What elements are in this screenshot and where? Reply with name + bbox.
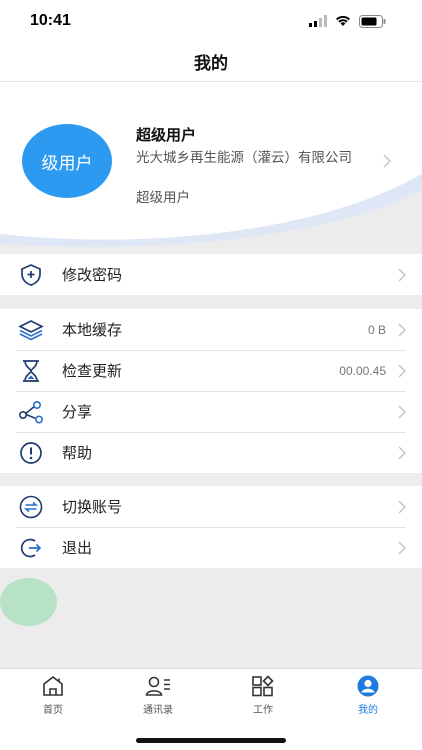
tab-home[interactable]: 首页: [18, 675, 88, 716]
menu-item-label: 分享: [62, 403, 93, 421]
chevron-right-icon: [398, 267, 406, 282]
menu-item-label: 修改密码: [62, 266, 123, 284]
menu-group-general: 本地缓存 0 B 检查更新 00.00.45 分享 帮助: [0, 309, 422, 473]
menu-item-local-cache[interactable]: 本地缓存 0 B: [0, 309, 422, 350]
menu-item-label: 帮助: [62, 444, 93, 462]
menu-item-change-password[interactable]: 修改密码: [0, 254, 422, 295]
chevron-right-icon: [398, 499, 406, 514]
tab-contacts[interactable]: 通讯录: [123, 675, 193, 716]
floating-button[interactable]: [0, 578, 57, 626]
menu-item-help[interactable]: 帮助: [0, 432, 422, 473]
avatar[interactable]: 级用户: [22, 124, 112, 198]
tab-label: 通讯录: [143, 705, 173, 716]
menu-item-label: 检查更新: [62, 362, 123, 380]
home-icon: [43, 675, 63, 696]
shield-plus-icon: [18, 262, 44, 288]
menu-item-switch-account[interactable]: 切换账号: [0, 486, 422, 527]
cache-size-value: 0 B: [367, 322, 386, 337]
nav-bar: 我的: [0, 42, 422, 82]
alert-circle-icon: [18, 440, 44, 466]
menu-item-share[interactable]: 分享: [0, 391, 422, 432]
switch-arrows-icon: [18, 494, 44, 520]
hourglass-icon: [18, 358, 44, 384]
chevron-right-icon: [398, 445, 406, 460]
menu-item-label: 切换账号: [62, 498, 123, 516]
wifi-icon: [336, 15, 350, 26]
menu-item-label: 退出: [62, 539, 93, 557]
chevron-right-icon: [398, 363, 406, 378]
chevron-right-icon: [383, 154, 391, 168]
version-value: 00.00.45: [339, 363, 386, 378]
profile-card[interactable]: 级用户 超级用户 光大城乡再生能源（灌云）有限公司 超级用户: [0, 82, 422, 254]
chevron-right-icon: [398, 540, 406, 555]
status-time: 10:41: [30, 12, 71, 29]
logout-icon: [18, 535, 44, 561]
page-title: 我的: [194, 54, 228, 74]
chevron-right-icon: [398, 322, 406, 337]
menu-group-account: 切换账号 退出: [0, 486, 422, 568]
profile-name: 超级用户: [136, 126, 197, 144]
battery-icon: [359, 14, 386, 28]
profile-icon: [357, 675, 379, 697]
chevron-right-icon: [398, 404, 406, 419]
menu-item-logout[interactable]: 退出: [0, 527, 422, 568]
home-indicator: [136, 738, 286, 743]
tab-label: 我的: [358, 705, 378, 716]
signal-icon: [309, 15, 327, 27]
tab-work[interactable]: 工作: [228, 675, 298, 716]
apps-grid-icon: [252, 675, 274, 697]
menu-item-label: 本地缓存: [62, 321, 123, 339]
menu-group-security: 修改密码: [0, 254, 422, 295]
layers-icon: [18, 317, 44, 343]
profile-role: 超级用户: [136, 190, 190, 206]
contacts-icon: [145, 676, 170, 696]
tab-label: 首页: [43, 705, 63, 716]
status-icons: [309, 14, 386, 28]
menu-item-check-update[interactable]: 检查更新 00.00.45: [0, 350, 422, 391]
tab-label: 工作: [253, 705, 273, 716]
status-bar: 10:41: [0, 0, 422, 42]
share-icon: [18, 399, 44, 425]
profile-organization: 光大城乡再生能源（灌云）有限公司: [136, 150, 352, 166]
tab-mine[interactable]: 我的: [333, 675, 403, 716]
